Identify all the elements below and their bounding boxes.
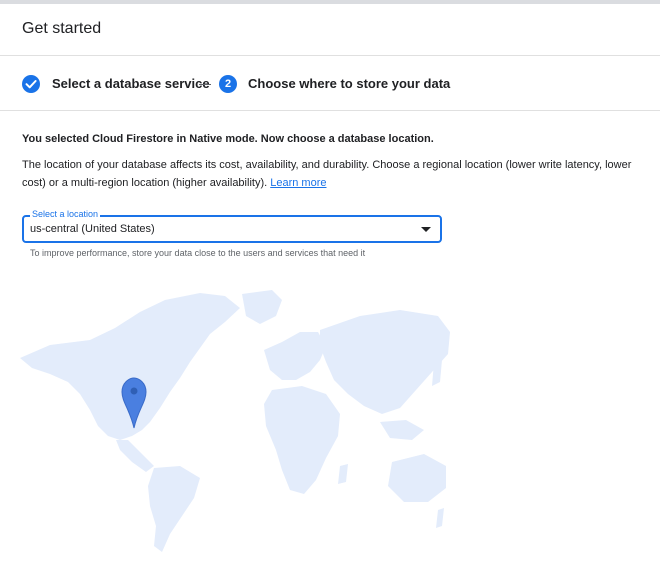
location-select[interactable]: Select a location us-central (United Sta… (22, 209, 442, 243)
learn-more-link[interactable]: Learn more (270, 177, 326, 189)
world-map (20, 290, 450, 552)
location-select-value: us-central (United States) (30, 223, 155, 235)
location-description: The location of your database affects it… (22, 156, 654, 192)
location-hint: To improve performance, store your data … (30, 248, 366, 258)
page-title: Get started (22, 20, 102, 37)
step-connector (199, 84, 211, 85)
step-2-label: Choose where to store your data (248, 76, 451, 91)
description-text: The location of your database affects it… (22, 159, 632, 189)
stepper: Select a database service 2 Choose where… (0, 57, 660, 111)
page-header: Get started (0, 4, 660, 56)
location-select-label: Select a location (30, 209, 101, 219)
check-circle-icon (22, 75, 40, 93)
dropdown-arrow-icon[interactable] (421, 227, 431, 232)
step-1-label[interactable]: Select a database service (52, 76, 210, 91)
map-landmass (20, 290, 450, 552)
step-2-number: 2 (219, 75, 237, 93)
selected-mode-text: You selected Cloud Firestore in Native m… (22, 133, 434, 145)
